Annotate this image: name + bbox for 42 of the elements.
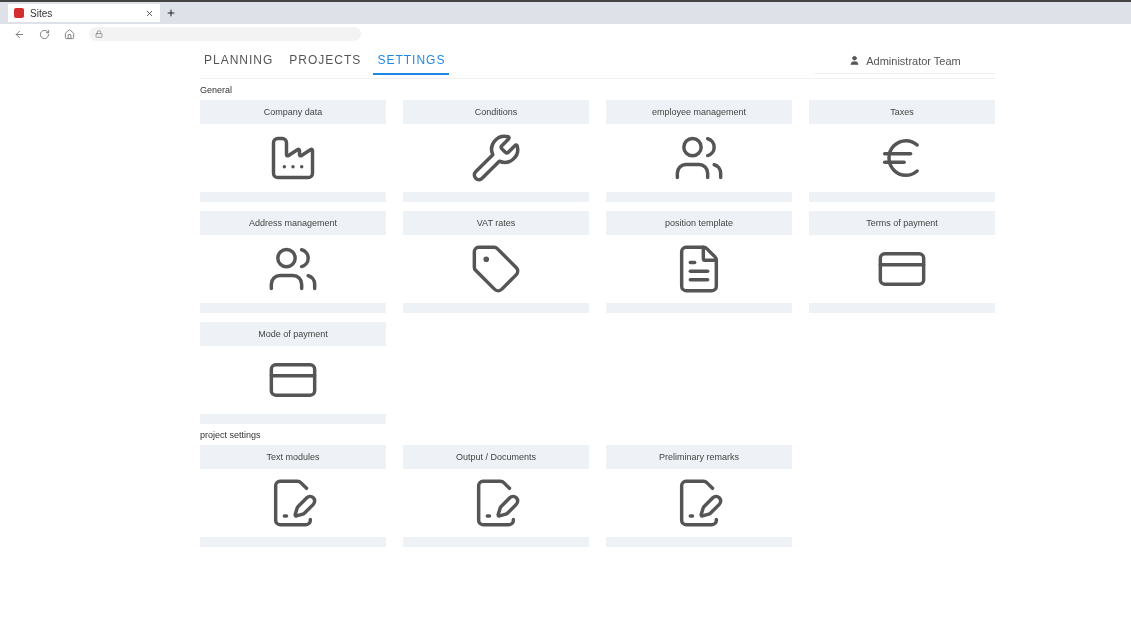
close-icon[interactable] bbox=[145, 8, 154, 18]
card-title: Output / Documents bbox=[403, 445, 589, 469]
nav-tab[interactable]: SETTINGS bbox=[373, 47, 450, 75]
card-title: Mode of payment bbox=[200, 322, 386, 346]
card-title: Text modules bbox=[200, 445, 386, 469]
tag-icon bbox=[470, 243, 522, 295]
home-icon[interactable] bbox=[64, 28, 75, 40]
settings-card[interactable]: Output / Documents bbox=[403, 445, 589, 547]
section-title: General bbox=[200, 85, 234, 95]
card-title: Company data bbox=[200, 100, 386, 124]
wrench-icon bbox=[470, 132, 522, 184]
settings-card[interactable]: Mode of payment bbox=[200, 322, 386, 424]
card-title: Address management bbox=[200, 211, 386, 235]
card-title: VAT rates bbox=[403, 211, 589, 235]
reload-icon[interactable] bbox=[39, 28, 50, 40]
new-tab-icon[interactable] bbox=[166, 8, 176, 18]
tab-title: Sites bbox=[30, 7, 54, 19]
settings-card[interactable]: Conditions bbox=[403, 100, 589, 202]
settings-card[interactable]: Taxes bbox=[809, 100, 995, 202]
settings-card[interactable]: Address management bbox=[200, 211, 386, 313]
card-title: Conditions bbox=[403, 100, 589, 124]
card-title: Terms of payment bbox=[809, 211, 995, 235]
settings-card[interactable]: Text modules bbox=[200, 445, 386, 547]
lock-icon bbox=[95, 30, 103, 38]
browser-tab[interactable]: Sites bbox=[8, 4, 160, 22]
nav-tab[interactable]: PROJECTS bbox=[285, 47, 366, 75]
settings-card[interactable]: Preliminary remarks bbox=[606, 445, 792, 547]
card-title: position template bbox=[606, 211, 792, 235]
settings-card[interactable]: Terms of payment bbox=[809, 211, 995, 313]
user-icon bbox=[849, 55, 861, 66]
card-title: Preliminary remarks bbox=[606, 445, 792, 469]
settings-card[interactable]: employee management bbox=[606, 100, 792, 202]
site-icon bbox=[14, 8, 24, 18]
nav-tab[interactable]: PLANNING bbox=[200, 47, 278, 75]
back-icon[interactable] bbox=[14, 28, 25, 40]
user-menu[interactable]: Administrator Team bbox=[815, 48, 995, 74]
section-title: project settings bbox=[200, 430, 262, 440]
settings-card[interactable]: VAT rates bbox=[403, 211, 589, 313]
card-title: employee management bbox=[606, 100, 792, 124]
card-title: Taxes bbox=[809, 100, 995, 124]
settings-card[interactable]: position template bbox=[606, 211, 792, 313]
settings-card[interactable]: Company data bbox=[200, 100, 386, 202]
